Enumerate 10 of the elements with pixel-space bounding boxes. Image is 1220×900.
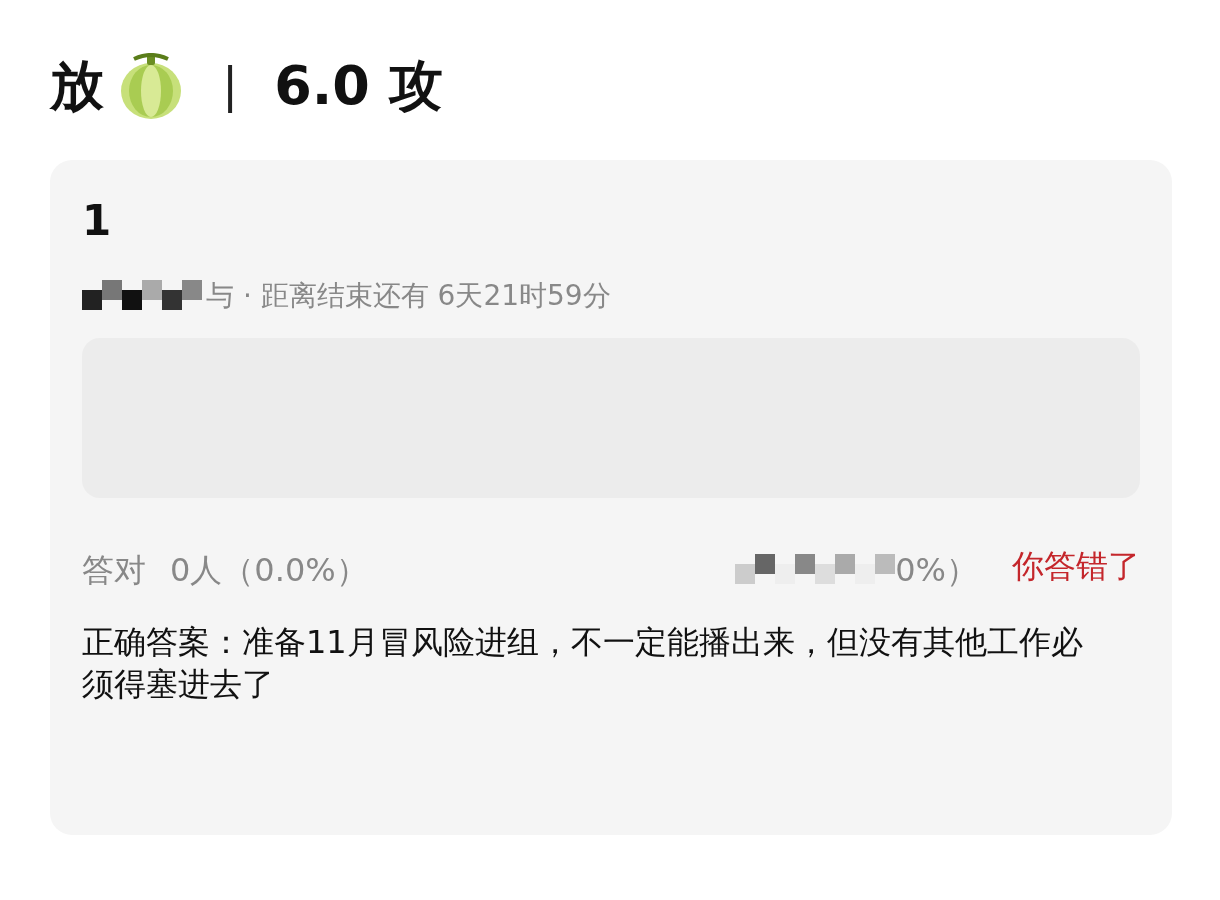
correct-label: 答对 [82, 550, 146, 591]
correct-answer-text: 正确答案：准备11月冒风险进组，不一定能播出来，但没有其他工作必须得塞进去了 [82, 622, 1084, 705]
title-text: 6.0 攻 [274, 52, 443, 119]
meta-text: 与 · 距离结束还有 6天21时59分 [206, 278, 611, 314]
wrong-count: 0%） [895, 550, 978, 591]
title-text: 放 [50, 52, 104, 119]
result-text: 你答错了 [1011, 546, 1140, 587]
separator-text: | [221, 56, 240, 115]
correct-count: 0人（0.0%） [170, 550, 368, 591]
question-number: 1 [82, 200, 113, 242]
